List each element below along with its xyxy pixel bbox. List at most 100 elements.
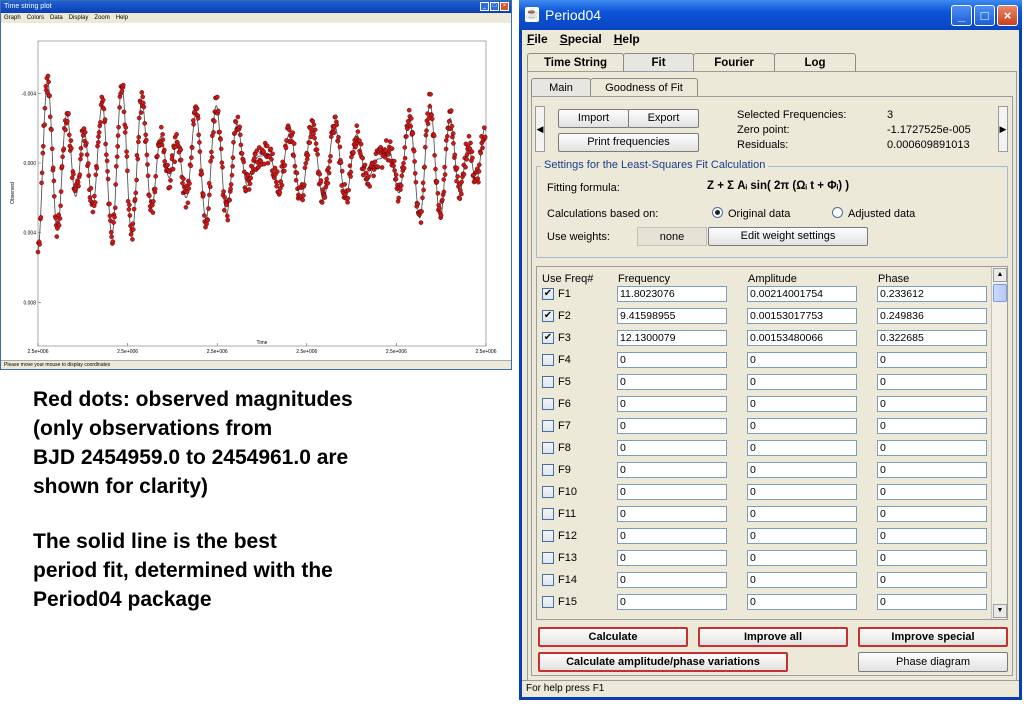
calculate-button[interactable]: Calculate xyxy=(538,627,688,647)
use-frequency-checkbox[interactable] xyxy=(542,464,554,476)
export-button[interactable]: Export xyxy=(628,109,699,128)
amplitude-input[interactable]: 0 xyxy=(747,550,857,566)
phase-diagram-button[interactable]: Phase diagram xyxy=(858,652,1008,672)
phase-input[interactable]: 0 xyxy=(877,396,987,412)
print-frequencies-button[interactable]: Print frequencies xyxy=(558,133,699,152)
phase-input[interactable]: 0 xyxy=(877,440,987,456)
use-frequency-checkbox[interactable] xyxy=(542,420,554,432)
frequency-input[interactable]: 0 xyxy=(617,418,727,434)
amplitude-input[interactable]: 0.00153017753 xyxy=(747,308,857,324)
use-frequency-checkbox[interactable] xyxy=(542,596,554,608)
amplitude-input[interactable]: 0 xyxy=(747,528,857,544)
frequency-input[interactable]: 0 xyxy=(617,484,727,500)
tab-main[interactable]: Main xyxy=(531,78,591,96)
frequency-input[interactable]: 0 xyxy=(617,374,727,390)
plot-menu-data[interactable]: Data xyxy=(50,13,63,23)
improve-all-button[interactable]: Improve all xyxy=(698,627,848,647)
amplitude-input[interactable]: 0 xyxy=(747,374,857,390)
table-scrollbar[interactable]: ▲ ▼ xyxy=(991,267,1007,619)
use-frequency-checkbox[interactable]: ✔ xyxy=(542,332,554,344)
phase-input[interactable]: 0 xyxy=(877,418,987,434)
tab-time-string[interactable]: Time String xyxy=(527,53,624,71)
phase-input[interactable]: 0 xyxy=(877,484,987,500)
phase-input[interactable]: 0 xyxy=(877,506,987,522)
phase-input[interactable]: 0.322685 xyxy=(877,330,987,346)
menu-special[interactable]: Special xyxy=(560,32,602,50)
amplitude-input[interactable]: 0 xyxy=(747,462,857,478)
phase-input[interactable]: 0 xyxy=(877,550,987,566)
minimize-icon[interactable]: _ xyxy=(951,5,972,26)
amplitude-input[interactable]: 0 xyxy=(747,484,857,500)
phase-input[interactable]: 0.233612 xyxy=(877,286,987,302)
time-string-chart[interactable]: -0.004 0.000 0.004 0.008 2.5e+006 2.5e+006 2.… xyxy=(1,23,511,361)
phase-input[interactable]: 0 xyxy=(877,352,987,368)
amplitude-input[interactable]: 0 xyxy=(747,506,857,522)
phase-input[interactable]: 0.249836 xyxy=(877,308,987,324)
edit-weight-settings-button[interactable]: Edit weight settings xyxy=(708,227,868,246)
use-frequency-checkbox[interactable]: ✔ xyxy=(542,310,554,322)
adjusted-data-label[interactable]: Adjusted data xyxy=(848,208,915,220)
use-frequency-checkbox[interactable]: ✔ xyxy=(542,288,554,300)
frequency-input[interactable]: 0 xyxy=(617,396,727,412)
frequency-input[interactable]: 0 xyxy=(617,440,727,456)
plot-menu-graph[interactable]: Graph xyxy=(4,13,21,23)
scroll-down-icon[interactable]: ▼ xyxy=(993,604,1007,618)
menu-help[interactable]: Help xyxy=(614,32,640,50)
scroll-left-icon[interactable]: ◀ xyxy=(535,106,545,152)
minimize-icon[interactable]: _ xyxy=(480,2,489,11)
amplitude-phase-variations-button[interactable]: Calculate amplitude/phase variations xyxy=(538,652,788,672)
use-frequency-checkbox[interactable] xyxy=(542,398,554,410)
use-frequency-checkbox[interactable] xyxy=(542,574,554,586)
phase-input[interactable]: 0 xyxy=(877,572,987,588)
use-frequency-checkbox[interactable] xyxy=(542,486,554,498)
plot-menu-colors[interactable]: Colors xyxy=(27,13,44,23)
frequency-input[interactable]: 0 xyxy=(617,550,727,566)
use-frequency-checkbox[interactable] xyxy=(542,442,554,454)
amplitude-input[interactable]: 0 xyxy=(747,572,857,588)
phase-input[interactable]: 0 xyxy=(877,528,987,544)
frequency-input[interactable]: 0 xyxy=(617,572,727,588)
maximize-icon[interactable]: □ xyxy=(974,5,995,26)
scroll-up-icon[interactable]: ▲ xyxy=(993,268,1007,282)
use-frequency-checkbox[interactable] xyxy=(542,354,554,366)
plot-menu-display[interactable]: Display xyxy=(69,13,89,23)
frequency-input[interactable]: 12.1300079 xyxy=(617,330,727,346)
frequency-input[interactable]: 0 xyxy=(617,506,727,522)
frequency-input[interactable]: 0 xyxy=(617,352,727,368)
tab-log[interactable]: Log xyxy=(774,53,856,71)
frequency-input[interactable]: 11.8023076 xyxy=(617,286,727,302)
phase-input[interactable]: 0 xyxy=(877,594,987,610)
close-icon[interactable]: × xyxy=(500,2,509,11)
scroll-thumb[interactable] xyxy=(993,284,1007,302)
improve-special-button[interactable]: Improve special xyxy=(858,627,1008,647)
frequency-input[interactable]: 0 xyxy=(617,528,727,544)
original-data-radio[interactable] xyxy=(712,207,723,218)
plot-menu-zoom[interactable]: Zoom xyxy=(94,13,109,23)
frequency-input[interactable]: 0 xyxy=(617,462,727,478)
original-data-label[interactable]: Original data xyxy=(728,208,790,220)
use-frequency-checkbox[interactable] xyxy=(542,376,554,388)
maximize-icon[interactable]: □ xyxy=(490,2,499,11)
plot-menu-help[interactable]: Help xyxy=(116,13,128,23)
tab-goodness-of-fit[interactable]: Goodness of Fit xyxy=(590,78,698,96)
amplitude-input[interactable]: 0.00214001754 xyxy=(747,286,857,302)
phase-input[interactable]: 0 xyxy=(877,462,987,478)
tab-fourier[interactable]: Fourier xyxy=(693,53,775,71)
frequency-input[interactable]: 9.41598955 xyxy=(617,308,727,324)
adjusted-data-radio[interactable] xyxy=(832,207,843,218)
import-button[interactable]: Import xyxy=(558,109,629,128)
amplitude-input[interactable]: 0 xyxy=(747,396,857,412)
scroll-right-icon[interactable]: ▶ xyxy=(998,106,1008,152)
amplitude-input[interactable]: 0 xyxy=(747,418,857,434)
amplitude-input[interactable]: 0 xyxy=(747,440,857,456)
use-frequency-checkbox[interactable] xyxy=(542,552,554,564)
close-icon[interactable]: × xyxy=(997,5,1018,26)
amplitude-input[interactable]: 0 xyxy=(747,594,857,610)
phase-input[interactable]: 0 xyxy=(877,374,987,390)
use-frequency-checkbox[interactable] xyxy=(542,530,554,542)
tab-fit[interactable]: Fit xyxy=(623,53,694,71)
frequency-input[interactable]: 0 xyxy=(617,594,727,610)
amplitude-input[interactable]: 0.00153480066 xyxy=(747,330,857,346)
use-frequency-checkbox[interactable] xyxy=(542,508,554,520)
amplitude-input[interactable]: 0 xyxy=(747,352,857,368)
